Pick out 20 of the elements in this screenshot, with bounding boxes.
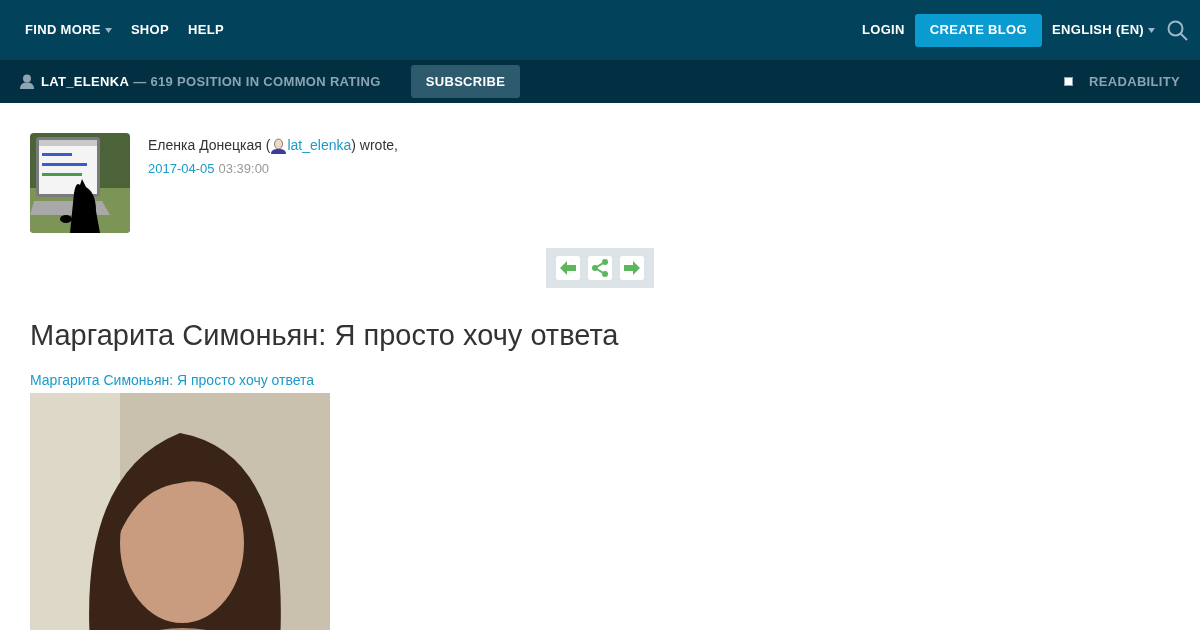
nav-link[interactable]: SHOP — [130, 20, 170, 40]
rating-text: — 619 POSITION IN COMMON RATING — [133, 72, 381, 91]
author-name: Еленка Донецкая ( — [148, 136, 271, 155]
post-title: Маргарита Симоньян: Я просто хочу ответа — [30, 318, 620, 353]
share-icon[interactable] — [588, 256, 612, 280]
language-selector[interactable]: ENGLISH (EN) — [1052, 20, 1155, 40]
caret-icon — [1148, 27, 1155, 33]
login-link[interactable]: LOGIN — [861, 20, 905, 40]
nav-link[interactable]: HELP — [188, 20, 224, 40]
user-icon — [20, 74, 34, 89]
caret-icon — [104, 27, 112, 33]
user-icon — [270, 137, 288, 154]
readability-label[interactable]: READABILITY — [1089, 71, 1180, 92]
nav-link[interactable]: FIND MORE — [25, 20, 112, 40]
search-icon[interactable] — [1167, 19, 1188, 41]
username-link[interactable]: LAT_ELENKA — [41, 71, 130, 92]
readability-checkbox[interactable] — [1064, 77, 1074, 86]
subscribe-button[interactable]: SUBSCRIBE — [410, 65, 521, 98]
wrote-text: ) wrote, — [351, 136, 398, 155]
time-text: 03:39:00 — [218, 160, 270, 178]
